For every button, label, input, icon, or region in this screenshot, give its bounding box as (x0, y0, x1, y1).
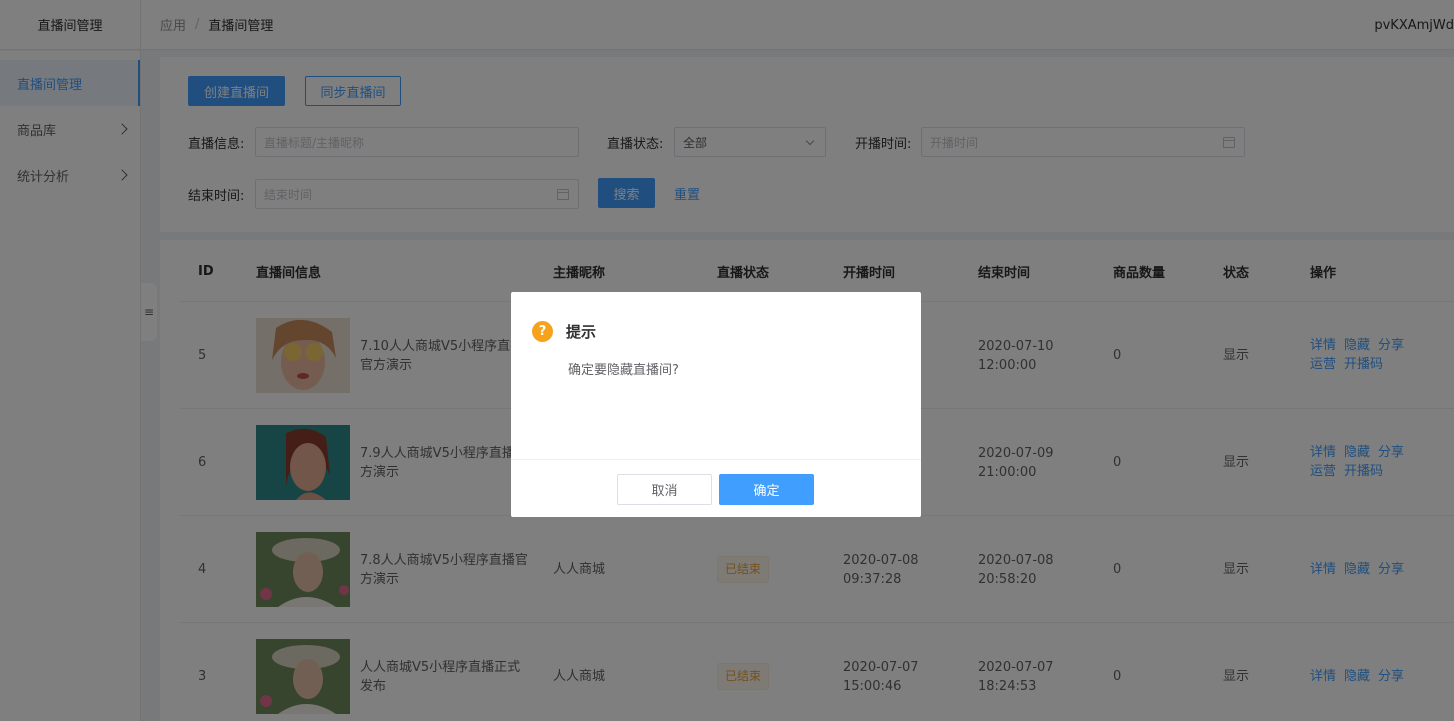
question-icon: ? (532, 321, 553, 342)
cancel-button[interactable]: 取消 (617, 474, 712, 505)
dialog-footer: 取消 确定 (511, 459, 921, 517)
dialog-title: 提示 (566, 323, 597, 341)
confirm-dialog: ? 提示 确定要隐藏直播间? 取消 确定 (511, 292, 921, 517)
dialog-message: 确定要隐藏直播间? (568, 363, 679, 378)
dialog-header: ? 提示 (532, 321, 596, 342)
confirm-button[interactable]: 确定 (719, 474, 814, 505)
